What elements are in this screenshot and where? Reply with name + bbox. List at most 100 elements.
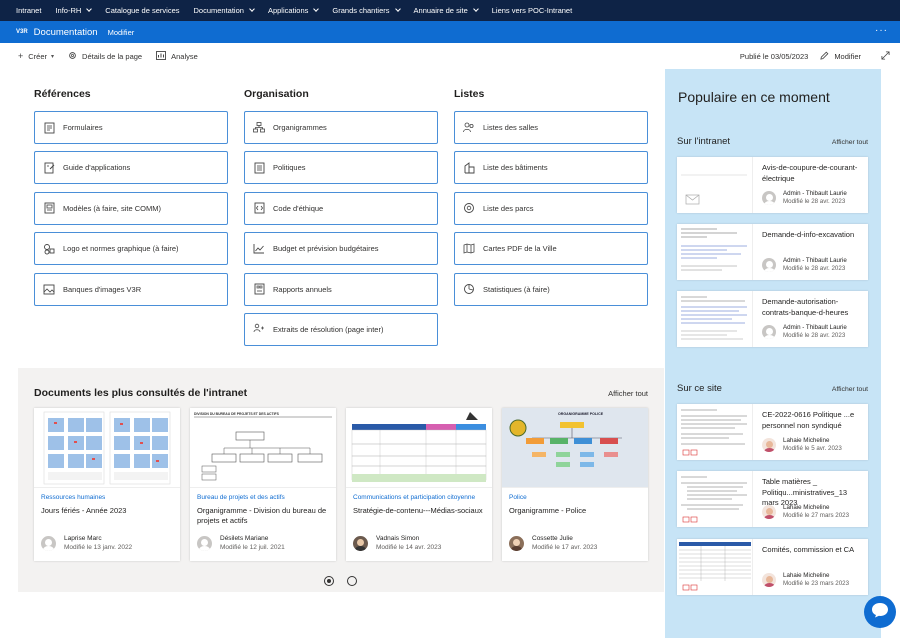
section-title: Documents les plus consultés de l'intran… <box>34 387 248 399</box>
document-author: Désilets Mariane <box>220 535 269 542</box>
popular-item[interactable]: CE-2022-0616 Politique ...e personnel no… <box>677 404 868 460</box>
link-banques-images[interactable]: Banques d'images V3R <box>34 272 228 306</box>
create-button[interactable]: + Créer ▾ <box>18 51 54 61</box>
nav-info-rh[interactable]: Info-RH <box>55 6 93 15</box>
document-card[interactable]: DIVISION DU BUREAU DE PROJETS ET DES ACT… <box>190 408 336 561</box>
document-thumbnail: ORGANIGRAMME POLICE <box>502 408 648 488</box>
document-title[interactable]: Organigramme - Police <box>509 506 643 516</box>
link-extraits-resolution[interactable]: Extraits de résolution (page inter) <box>244 312 438 346</box>
popular-item[interactable]: Table matières _ Politiqu...ministrative… <box>677 471 868 527</box>
chat-button[interactable] <box>864 596 896 628</box>
document-thumbnail <box>34 408 180 488</box>
carousel-pager <box>324 576 370 586</box>
nav-liens-poc[interactable]: Liens vers POC-Intranet <box>492 6 572 15</box>
document-title[interactable]: Stratégie-de-contenu---Médias-sociaux <box>353 506 487 516</box>
more-options-icon[interactable]: ··· <box>875 25 888 36</box>
document-title[interactable]: Jours fériés - Année 2023 <box>41 506 175 516</box>
popular-item[interactable]: Demande-autorisation-contrats-banque-d-h… <box>677 291 868 347</box>
site-see-all-link[interactable]: Afficher tout <box>832 386 868 393</box>
link-listes-salles[interactable]: Listes des salles <box>454 111 648 144</box>
thumbnail-caption: DIVISION DU BUREAU DE PROJETS ET DES ACT… <box>194 412 280 416</box>
pager-dot-2[interactable] <box>347 576 357 586</box>
popular-item-title[interactable]: Demande-d-info-excavation <box>762 230 862 241</box>
popular-item[interactable]: Avis-de-coupure-de-courant-électrique Ad… <box>677 157 868 213</box>
nav-intranet[interactable]: Intranet <box>16 6 41 15</box>
resolution-icon <box>253 323 265 335</box>
popular-item-date: Modifié le 28 avr. 2023 <box>783 198 846 205</box>
nav-label: Grands chantiers <box>332 6 390 15</box>
link-label: Rapports annuels <box>273 284 332 294</box>
site-title[interactable]: Documentation <box>34 27 98 38</box>
avatar <box>41 536 56 551</box>
document-modified-date: Modifié le 12 juil. 2021 <box>220 544 285 551</box>
document-title[interactable]: Organigramme - Division du bureau de pro… <box>197 506 331 526</box>
nav-applications[interactable]: Applications <box>268 6 320 15</box>
expand-icon[interactable] <box>881 47 890 65</box>
document-card[interactable]: ORGANIGRAMME POLICE Police Organigramme … <box>502 408 648 561</box>
popular-item-title[interactable]: Comités, commission et CA <box>762 545 862 556</box>
edit-page-button[interactable]: Modifier <box>820 51 861 62</box>
link-rapports-annuels[interactable]: Rapports annuels <box>244 272 438 306</box>
command-bar-right: Publié le 03/05/2023 Modifier <box>740 43 890 69</box>
link-budget[interactable]: Budget et prévision budgétaires <box>244 232 438 266</box>
nav-catalogue[interactable]: Catalogue de services <box>105 6 179 15</box>
link-statistiques[interactable]: Statistiques (à faire) <box>454 272 648 306</box>
link-guide-applications[interactable]: Guide d'applications <box>34 151 228 185</box>
link-label: Cartes PDF de la Ville <box>483 244 557 254</box>
chevron-down-icon <box>313 6 320 12</box>
section-listes: Listes Listes des salles Liste des bâtim… <box>454 88 650 313</box>
most-viewed-documents: Documents les plus consultés de l'intran… <box>18 368 664 592</box>
popular-item[interactable]: Demande-d-info-excavation Admin - Thibau… <box>677 224 868 280</box>
link-modeles[interactable]: Modèles (à faire, site COMM) <box>34 191 228 225</box>
page-details-button[interactable]: Détails de la page <box>68 51 142 62</box>
document-card[interactable]: Ressources humaines Jours fériés - Année… <box>34 408 180 561</box>
link-label: Politiques <box>273 163 306 173</box>
popular-item-author: Lahaie Micheline <box>783 572 830 579</box>
popular-item-thumbnail <box>677 291 753 347</box>
popular-item-date: Modifié le 27 mars 2023 <box>783 512 850 519</box>
document-category[interactable]: Police <box>509 494 527 501</box>
nav-grands-chantiers[interactable]: Grands chantiers <box>332 6 401 15</box>
details-label: Détails de la page <box>82 51 143 61</box>
intranet-see-all-link[interactable]: Afficher tout <box>832 139 868 146</box>
plus-icon: + <box>18 51 24 61</box>
building-icon <box>463 161 475 174</box>
document-author: Cossette Julie <box>532 535 573 542</box>
popular-item-title[interactable]: Demande-autorisation-contrats-banque-d-h… <box>762 297 862 318</box>
chart-icon <box>253 243 265 255</box>
link-organigrammes[interactable]: Organigrammes <box>244 111 438 144</box>
link-cartes-pdf[interactable]: Cartes PDF de la Ville <box>454 232 648 266</box>
link-code-ethique[interactable]: Code d'éthique <box>244 191 438 225</box>
document-card[interactable]: Communications et participation citoyenn… <box>346 408 492 561</box>
document-category[interactable]: Bureau de projets et des actifs <box>197 494 285 501</box>
link-formulaires[interactable]: Formulaires <box>34 111 228 144</box>
image-icon <box>43 283 55 295</box>
nav-annuaire[interactable]: Annuaire de site <box>414 6 479 15</box>
link-liste-parcs[interactable]: Liste des parcs <box>454 191 648 225</box>
link-logo-normes[interactable]: Logo et normes graphique (à faire) <box>34 232 228 266</box>
link-label: Budget et prévision budgétaires <box>273 244 379 254</box>
avatar <box>197 536 212 551</box>
popular-item[interactable]: Comités, commission et CA Lahaie Micheli… <box>677 539 868 595</box>
link-politiques[interactable]: Politiques <box>244 151 438 185</box>
site-edit-link[interactable]: Modifier <box>108 28 135 37</box>
popular-item-title[interactable]: Avis-de-coupure-de-courant-électrique <box>762 163 862 184</box>
nav-documentation[interactable]: Documentation <box>194 6 255 15</box>
create-label: Créer <box>28 51 48 61</box>
popular-item-author: Admin - Thibault Laurie <box>783 257 847 264</box>
site-header: V3R Documentation Modifier ··· <box>0 21 900 43</box>
section-title: Listes <box>454 88 485 100</box>
document-category[interactable]: Ressources humaines <box>41 494 105 501</box>
see-all-link[interactable]: Afficher tout <box>608 389 648 398</box>
pager-dot-1[interactable] <box>324 576 334 586</box>
document-thumbnail <box>346 408 492 488</box>
report-icon <box>253 283 265 295</box>
analytics-button[interactable]: Analyse <box>156 50 198 62</box>
popular-item-title[interactable]: CE-2022-0616 Politique ...e personnel no… <box>762 410 862 431</box>
site-logo[interactable]: V3R <box>16 29 28 35</box>
command-bar: + Créer ▾ Détails de la page Analyse Publi… <box>0 43 900 69</box>
link-label: Liste des bâtiments <box>483 163 548 173</box>
document-category[interactable]: Communications et participation citoyenn… <box>353 494 475 501</box>
link-liste-batiments[interactable]: Liste des bâtiments <box>454 151 648 185</box>
popular-item-thumbnail <box>677 471 753 527</box>
